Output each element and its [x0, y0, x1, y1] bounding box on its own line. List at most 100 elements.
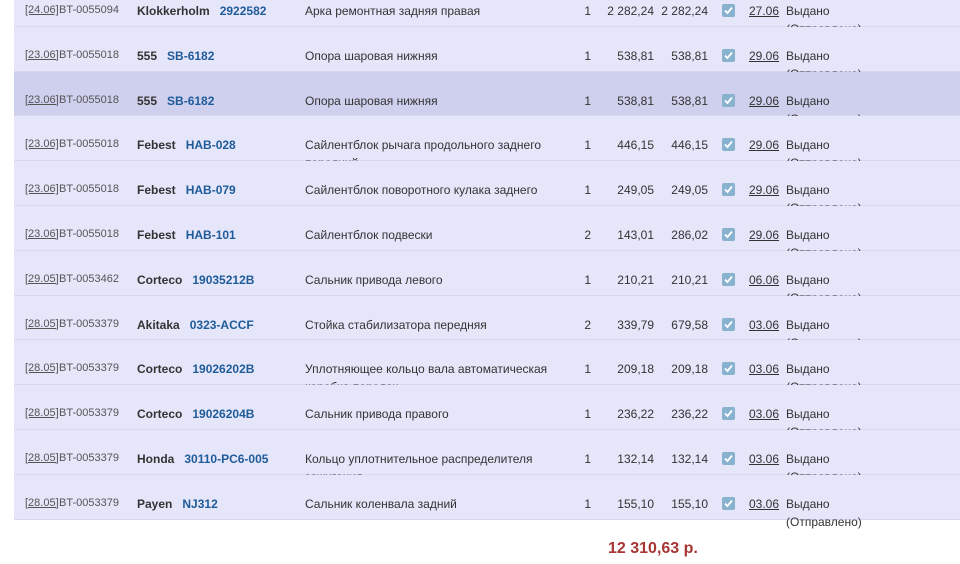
checked-checkbox[interactable] [722, 362, 735, 376]
checked-checkbox[interactable] [722, 138, 735, 152]
brand-name: Honda [137, 451, 175, 466]
unit-price: 538,81 [617, 93, 654, 108]
article-link[interactable]: SB-6182 [167, 49, 214, 63]
line-sum: 209,18 [671, 362, 708, 377]
order-date[interactable]: [23.06] [25, 49, 59, 61]
delivery-date[interactable]: 29.06 [749, 94, 779, 108]
delivery-date[interactable]: 06.06 [749, 273, 779, 287]
order-date[interactable]: [28.05] [25, 362, 59, 374]
article-link[interactable]: SB-6182 [167, 94, 214, 108]
table-row[interactable]: [28.05] BT-0053379 Honda 30110-PC6-005 Коль… [14, 429, 960, 484]
order-date[interactable]: [28.05] [25, 407, 59, 419]
article-link[interactable]: HAB-079 [186, 183, 236, 197]
checked-checkbox[interactable] [722, 227, 735, 241]
order-date-link[interactable]: [24.06] [25, 4, 59, 16]
table-row[interactable]: [23.06] BT-0055018 555 SB-6182 Опора шарова… [14, 71, 960, 126]
order-date[interactable]: [28.05] [25, 497, 59, 509]
order-date-link[interactable]: [28.05] [25, 407, 59, 419]
quantity: 1 [584, 407, 591, 422]
delivery-date[interactable]: 29.06 [749, 228, 779, 242]
article-link[interactable]: HAB-028 [186, 138, 236, 152]
status-label: Выдано [786, 451, 830, 466]
brand-cell: 555 SB-6182 [137, 49, 214, 63]
order-date[interactable]: [28.05] [25, 452, 59, 464]
brand-cell: Honda 30110-PC6-005 [137, 452, 268, 466]
checked-checkbox[interactable] [722, 183, 735, 197]
part-name: Арка ремонтная задняя правая [305, 4, 481, 18]
checked-checkbox[interactable] [722, 407, 735, 421]
document-number: BT-0055018 [59, 93, 119, 106]
article-link[interactable]: NJ312 [182, 497, 217, 511]
article-link[interactable]: 2922582 [220, 4, 267, 18]
unit-price: 339,79 [617, 317, 654, 332]
part-name: Сальник привода правого [305, 407, 449, 422]
checked-checkbox[interactable] [722, 451, 735, 465]
order-date-link[interactable]: [23.06] [25, 94, 59, 106]
checked-checkbox[interactable] [722, 4, 735, 17]
delivery-date[interactable]: 29.06 [749, 183, 779, 197]
order-date-link[interactable]: [23.06] [25, 49, 59, 61]
article-link[interactable]: 19026204B [192, 407, 254, 421]
order-date[interactable]: [23.06] [25, 94, 59, 106]
delivery-date[interactable]: 29.06 [749, 138, 779, 152]
quantity: 1 [584, 272, 591, 287]
checked-checkbox[interactable] [722, 48, 735, 62]
order-date-link[interactable]: [28.05] [25, 318, 59, 330]
article-link[interactable]: HAB-101 [186, 228, 236, 242]
table-row[interactable]: [23.06] BT-0055018 Febest HAB-028 Сайлентбл… [14, 116, 960, 170]
table-row[interactable]: [28.05] BT-0053379 Corteco 19026204B Сальни… [14, 385, 960, 439]
delivery-date[interactable]: 03.06 [749, 318, 779, 332]
part-name: Опора шаровая нижняя [305, 93, 438, 108]
order-date[interactable]: [23.06] [25, 228, 59, 240]
brand-name: Akitaka [137, 317, 180, 332]
table-row[interactable]: [28.05] BT-0053379 Akitaka 0323-ACCF Стойка… [14, 295, 960, 350]
checked-checkbox[interactable] [722, 93, 735, 107]
brand-cell: Corteco 19026202B [137, 362, 254, 376]
status-label: Выдано [786, 48, 830, 63]
delivery-date[interactable]: 03.06 [749, 407, 779, 421]
delivery-date[interactable]: 03.06 [749, 362, 779, 376]
order-date[interactable]: [24.06] [25, 4, 59, 16]
table-row[interactable]: [24.06] BT-0055094 Klokkerholm 2922582 Арка… [14, 0, 960, 36]
article-link[interactable]: 0323-ACCF [190, 318, 254, 332]
delivery-date[interactable]: 27.06 [749, 4, 779, 18]
table-row[interactable]: [23.06] BT-0055018 555 SB-6182 Опора шарова… [14, 26, 960, 81]
orders-table: [24.06] BT-0055094 Klokkerholm 2922582 Арка… [14, 0, 960, 529]
order-date-link[interactable]: [23.06] [25, 228, 59, 240]
article-link[interactable]: 30110-PC6-005 [184, 452, 268, 466]
table-row[interactable]: [28.05] BT-0053379 Corteco 19026202B Уплотн… [14, 340, 960, 394]
order-date-link[interactable]: [28.05] [25, 452, 59, 464]
order-date[interactable]: [28.05] [25, 318, 59, 330]
delivery-date[interactable]: 03.06 [749, 452, 779, 466]
checkmark-icon [724, 230, 733, 239]
table-row[interactable]: [28.05] BT-0053379 Payen NJ312 Сальник коле… [14, 474, 960, 529]
order-date[interactable]: [23.06] [25, 138, 59, 150]
unit-price: 143,01 [617, 227, 654, 242]
checked-checkbox[interactable] [722, 317, 735, 331]
order-date-link[interactable]: [23.06] [25, 183, 59, 195]
brand-cell: Febest HAB-028 [137, 138, 236, 152]
delivery-date[interactable]: 29.06 [749, 49, 779, 63]
order-date[interactable]: [23.06] [25, 183, 59, 195]
checkmark-icon [724, 275, 733, 284]
article-link[interactable]: 19026202B [192, 362, 254, 376]
checked-checkbox[interactable] [722, 496, 735, 510]
brand-cell: Corteco 19026204B [137, 407, 254, 421]
order-date-link[interactable]: [29.05] [25, 273, 59, 285]
order-date-link[interactable]: [23.06] [25, 138, 59, 150]
order-date-link[interactable]: [28.05] [25, 362, 59, 374]
brand-cell: 555 SB-6182 [137, 94, 214, 108]
order-date[interactable]: [29.05] [25, 273, 59, 285]
checkmark-icon [724, 6, 733, 15]
table-row[interactable]: [29.05] BT-0053462 Corteco 19035212B Сальни… [14, 250, 960, 305]
article-link[interactable]: 19035212B [192, 273, 254, 287]
order-date-link[interactable]: [28.05] [25, 497, 59, 509]
table-row[interactable]: [23.06] BT-0055018 Febest HAB-101 Сайлентбл… [14, 205, 960, 260]
delivery-date[interactable]: 03.06 [749, 497, 779, 511]
unit-price: 236,22 [617, 407, 654, 422]
brand-name: Corteco [137, 362, 183, 377]
table-row[interactable]: [23.06] BT-0055018 Febest HAB-079 Сайлентбл… [14, 161, 960, 215]
checked-checkbox[interactable] [722, 272, 735, 286]
status-label: Выдано [786, 183, 830, 198]
brand-name: Febest [137, 138, 176, 153]
